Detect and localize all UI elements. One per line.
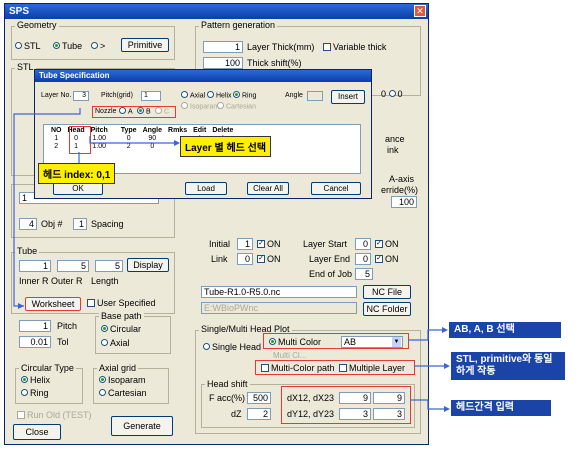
connector-layer-head [89, 136, 178, 144]
callout-head-index: 헤드 index: 0,1 [38, 163, 116, 184]
connector-ab-select [408, 329, 444, 341]
annotation-connectors [13, 108, 450, 412]
callout-layer-head-select: Layer 별 헤드 선택 [180, 136, 272, 157]
arrow-head-icon [444, 406, 450, 412]
callout-ab-select: AB, A, B 선택 [449, 322, 561, 338]
arrow-head-icon [444, 363, 450, 369]
callout-head-gap: 헤드간격 입력 [451, 400, 551, 416]
callout-stl-primitive: STL, primitive와 동일하게 작동 [451, 352, 565, 380]
connector-worksheet [13, 108, 81, 307]
connector-head-gap [410, 399, 446, 410]
arrow-head-icon [18, 303, 24, 309]
arrow-head-icon [442, 327, 448, 333]
